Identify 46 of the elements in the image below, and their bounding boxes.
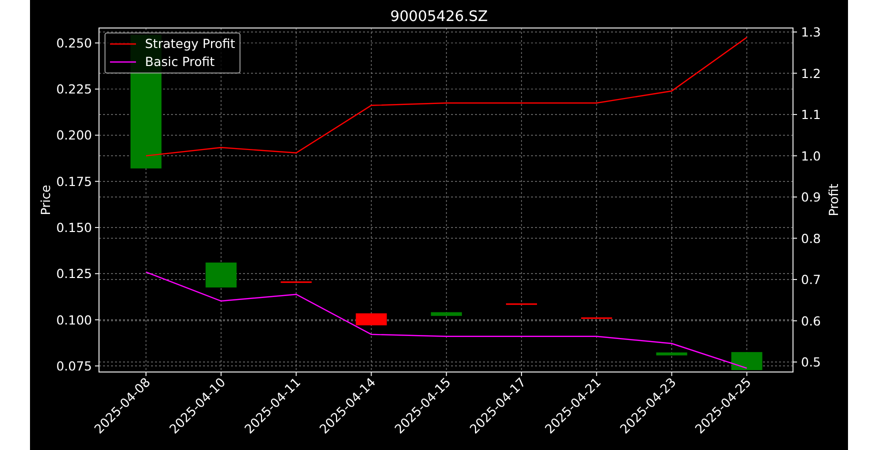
tick-mark [792, 238, 798, 239]
tick-mark [792, 362, 798, 363]
tick-label: 1.1 [801, 107, 821, 122]
tick-label: 1.3 [801, 24, 821, 40]
tick-mark [370, 372, 372, 376]
tick-label: 0.8 [801, 230, 821, 246]
tick-mark [792, 196, 798, 198]
axis-label: Price [38, 184, 53, 216]
tick-label: 0.125 [56, 266, 92, 282]
legend-label: Basic Profit [145, 54, 215, 69]
tick-mark [94, 42, 100, 44]
tick-mark [94, 273, 100, 274]
tick-label: 0.150 [56, 220, 92, 235]
tick-label: 1.0 [801, 148, 821, 164]
tick-label: 0.9 [801, 190, 821, 204]
tick-mark [94, 134, 100, 136]
tick-label: 0.5 [801, 354, 821, 370]
tick-mark [94, 227, 100, 228]
tick-mark [94, 365, 100, 366]
tick-mark [220, 372, 222, 376]
tick-mark [446, 372, 447, 376]
tick-label: 0.250 [56, 35, 92, 50]
tick-mark [792, 155, 798, 156]
axis-label: Profit [826, 184, 841, 216]
legend-label: Strategy Profit [145, 36, 236, 51]
tick-mark [671, 372, 672, 376]
tick-mark [94, 88, 100, 90]
tick-mark [792, 72, 798, 74]
tick-label: 1.2 [801, 66, 821, 81]
tick-label: 0.225 [56, 82, 92, 97]
tick-mark [746, 372, 748, 376]
tick-mark [94, 180, 100, 182]
tick-label: 0.100 [56, 312, 92, 328]
tick-mark [296, 372, 297, 376]
tick-label: 0.175 [56, 174, 92, 189]
chart-title: 90005426.SZ [390, 9, 488, 25]
tick-mark [792, 279, 798, 280]
tick-label: 0.7 [801, 272, 821, 288]
tick-mark [792, 320, 798, 322]
tick-mark [596, 372, 598, 376]
tick-mark [94, 319, 100, 320]
tick-label: 0.075 [56, 358, 92, 374]
tick-mark [521, 372, 522, 376]
tick-label: 0.6 [801, 313, 821, 328]
tick-label: 0.200 [56, 128, 92, 143]
tick-mark [792, 114, 798, 115]
